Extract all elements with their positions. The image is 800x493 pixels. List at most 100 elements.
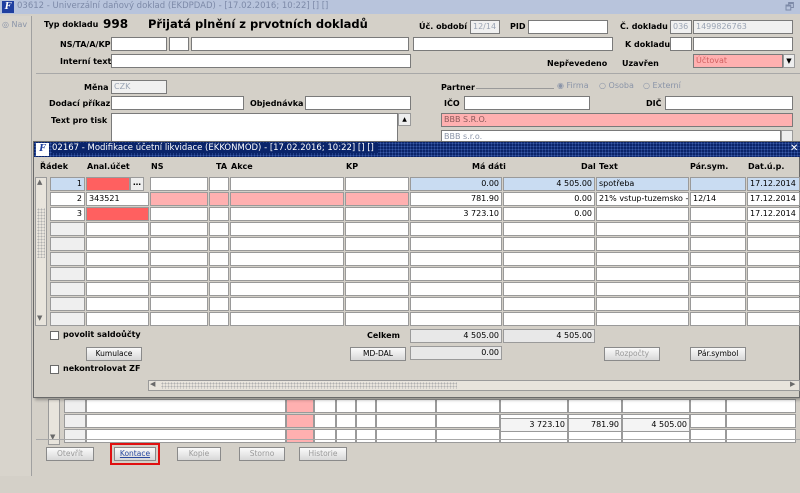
grid-cell[interactable] bbox=[150, 267, 208, 281]
par-symbol-button[interactable]: Pár.symbol bbox=[690, 347, 746, 361]
grid-cell[interactable] bbox=[690, 429, 726, 443]
grid-cell[interactable] bbox=[436, 399, 500, 413]
grid-cell[interactable] bbox=[410, 282, 502, 296]
text-cell[interactable] bbox=[596, 207, 689, 221]
grid-cell[interactable] bbox=[503, 237, 595, 251]
mena-field[interactable]: CZK bbox=[111, 80, 167, 94]
grid-cell[interactable] bbox=[50, 237, 85, 251]
povolit-checkbox[interactable] bbox=[50, 331, 59, 340]
grid-cell[interactable] bbox=[150, 282, 208, 296]
kp-cell[interactable] bbox=[345, 192, 409, 206]
otevrit-button[interactable]: Otevřít bbox=[46, 447, 94, 461]
grid-cell[interactable] bbox=[568, 399, 622, 413]
grid-cell[interactable] bbox=[596, 282, 689, 296]
row-number[interactable]: 1 bbox=[50, 177, 85, 191]
dialog-close-icon[interactable]: ✕ bbox=[790, 143, 798, 154]
text-cell[interactable]: 21% vstup-tuzemsko - bbox=[596, 192, 689, 206]
grid-cell[interactable] bbox=[64, 399, 86, 413]
grid-cell[interactable] bbox=[286, 399, 314, 413]
ns-cell[interactable] bbox=[150, 177, 208, 191]
grid-cell[interactable] bbox=[345, 252, 409, 266]
grid-cell[interactable] bbox=[345, 237, 409, 251]
grid-cell[interactable] bbox=[356, 429, 376, 443]
grid-cell[interactable] bbox=[345, 297, 409, 311]
grid-cell[interactable] bbox=[50, 267, 85, 281]
par-sym-cell[interactable] bbox=[690, 177, 746, 191]
storno-button[interactable]: Storno bbox=[239, 447, 285, 461]
grid-cell[interactable] bbox=[596, 252, 689, 266]
grid-cell[interactable] bbox=[336, 414, 356, 428]
grid-cell[interactable] bbox=[314, 399, 336, 413]
grid-cell[interactable] bbox=[503, 267, 595, 281]
grid-cell[interactable] bbox=[690, 297, 746, 311]
grid-cell[interactable] bbox=[747, 252, 800, 266]
grid-cell[interactable] bbox=[747, 312, 800, 326]
scroll-up-icon[interactable]: ▲ bbox=[37, 178, 42, 186]
grid-cell[interactable] bbox=[86, 252, 149, 266]
grid-cell[interactable] bbox=[286, 414, 314, 428]
grid-cell[interactable] bbox=[209, 297, 229, 311]
scroll-down-icon[interactable]: ▼ bbox=[37, 314, 42, 322]
dat-up-cell[interactable]: 17.12.2014 bbox=[747, 177, 800, 191]
grid-cell[interactable] bbox=[690, 414, 726, 428]
par-sym-cell[interactable]: 12/14 bbox=[690, 192, 746, 206]
dialog-grid-scrollbar[interactable]: ▲ ▼ bbox=[35, 177, 47, 326]
grid-cell[interactable] bbox=[376, 414, 436, 428]
grid-cell[interactable] bbox=[596, 297, 689, 311]
dat-up-cell[interactable]: 17.12.2014 bbox=[747, 207, 800, 221]
ico-field[interactable] bbox=[464, 96, 590, 110]
grid-cell[interactable] bbox=[345, 312, 409, 326]
pid-field[interactable] bbox=[528, 20, 608, 34]
dal-cell[interactable]: 0.00 bbox=[503, 207, 595, 221]
kp-field[interactable] bbox=[413, 37, 613, 51]
grid-cell[interactable] bbox=[356, 399, 376, 413]
grid-cell[interactable] bbox=[150, 312, 208, 326]
scroll-left-icon[interactable]: ◀ bbox=[150, 380, 155, 388]
grid-cell[interactable] bbox=[209, 252, 229, 266]
grid-cell[interactable] bbox=[356, 414, 376, 428]
grid-cell[interactable] bbox=[336, 399, 356, 413]
grid-cell[interactable] bbox=[596, 312, 689, 326]
grid-cell[interactable] bbox=[230, 222, 344, 236]
dic-field[interactable] bbox=[665, 96, 793, 110]
grid-cell[interactable] bbox=[209, 312, 229, 326]
grid-cell[interactable] bbox=[726, 429, 796, 443]
grid-cell[interactable] bbox=[230, 267, 344, 281]
ns-cell[interactable] bbox=[150, 207, 208, 221]
ma-dati-cell[interactable]: 0.00 bbox=[410, 177, 502, 191]
grid-cell[interactable] bbox=[376, 399, 436, 413]
grid-cell[interactable] bbox=[209, 267, 229, 281]
scroll-thumb[interactable] bbox=[161, 382, 457, 389]
dat-up-cell[interactable]: 17.12.2014 bbox=[747, 192, 800, 206]
kp-cell[interactable] bbox=[345, 177, 409, 191]
grid-cell[interactable] bbox=[376, 429, 436, 443]
grid-cell[interactable] bbox=[64, 429, 86, 443]
md-dal-button[interactable]: MD-DAL bbox=[350, 347, 406, 361]
grid-cell[interactable] bbox=[314, 429, 336, 443]
grid-cell[interactable] bbox=[747, 297, 800, 311]
grid-cell[interactable] bbox=[436, 414, 500, 428]
kopie-button[interactable]: Kopie bbox=[177, 447, 221, 461]
grid-cell[interactable] bbox=[410, 297, 502, 311]
grid-cell[interactable] bbox=[314, 414, 336, 428]
grid-cell[interactable] bbox=[726, 414, 796, 428]
grid-cell[interactable] bbox=[86, 282, 149, 296]
akce-cell[interactable] bbox=[230, 192, 344, 206]
ns-cell[interactable] bbox=[150, 192, 208, 206]
ta-cell[interactable] bbox=[209, 177, 229, 191]
row-number[interactable]: 3 bbox=[50, 207, 85, 221]
grid-cell[interactable] bbox=[150, 222, 208, 236]
grid-cell[interactable] bbox=[500, 399, 568, 413]
dal-cell[interactable]: 0.00 bbox=[503, 192, 595, 206]
historie-button[interactable]: Historie bbox=[299, 447, 347, 461]
a-field[interactable] bbox=[191, 37, 409, 51]
c-dokladu-field[interactable]: 1499826763 bbox=[693, 20, 793, 34]
grid-cell[interactable] bbox=[86, 237, 149, 251]
grid-cell[interactable] bbox=[596, 267, 689, 281]
grid-cell[interactable] bbox=[230, 282, 344, 296]
chevron-down-icon[interactable]: ▼ bbox=[783, 54, 795, 68]
par-sym-cell[interactable] bbox=[690, 207, 746, 221]
grid-cell[interactable] bbox=[50, 312, 85, 326]
grid-cell[interactable] bbox=[690, 312, 746, 326]
nav-button[interactable]: ◎ Nav bbox=[2, 20, 27, 29]
